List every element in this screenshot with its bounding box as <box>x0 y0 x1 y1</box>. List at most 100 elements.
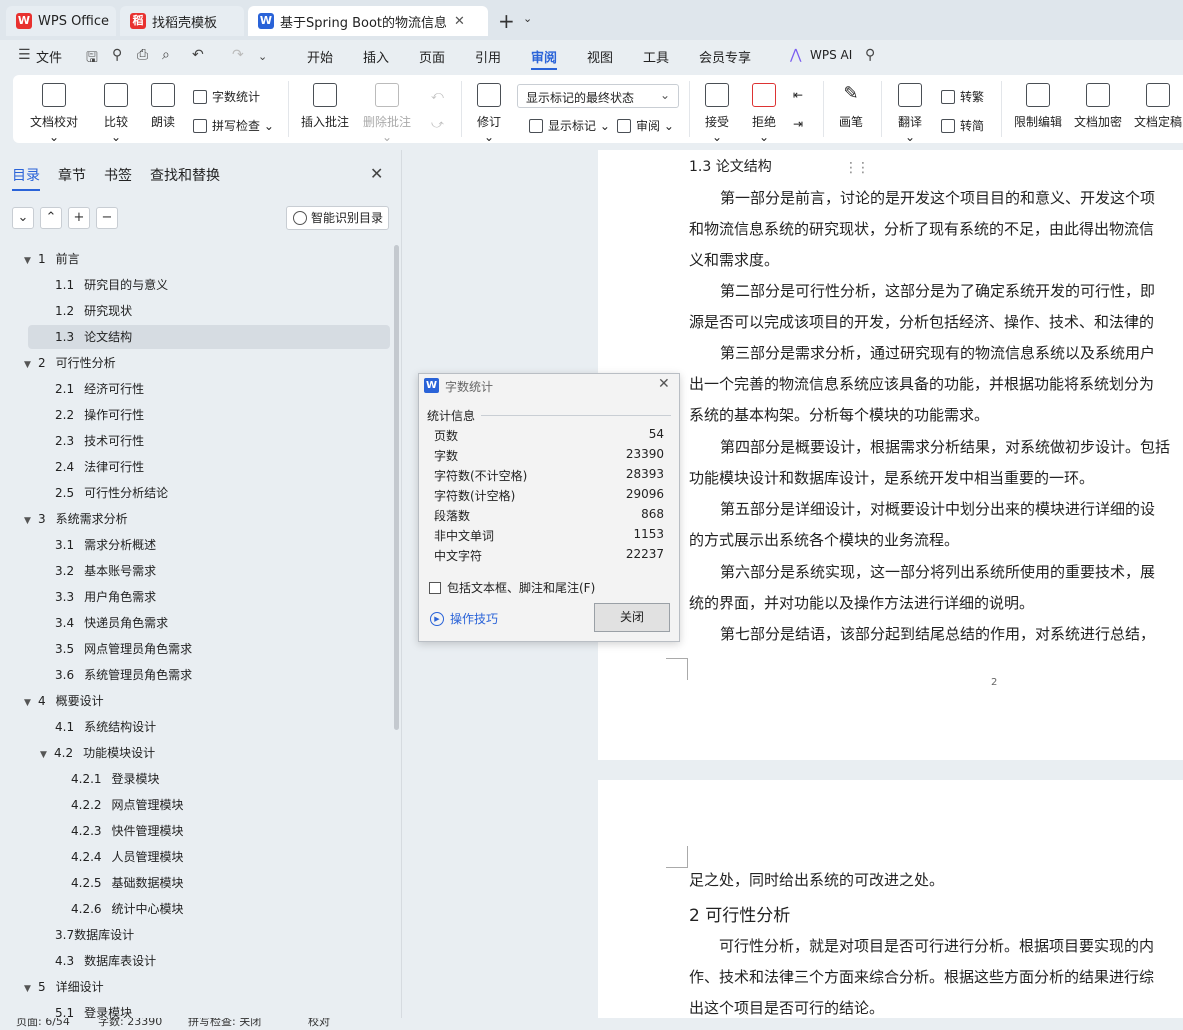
status-page[interactable]: 页面: 6/54 <box>16 1018 70 1030</box>
toc-item[interactable]: 4.2.6 统计中心模块 <box>71 897 184 921</box>
prev-change-icon[interactable]: ⇤ <box>793 88 803 102</box>
toc-item[interactable]: 4.2.4 人员管理模块 <box>71 845 184 869</box>
toc-item[interactable]: ▼ 2 可行性分析 <box>24 351 116 375</box>
new-tab-plus-icon[interactable]: + <box>498 9 515 33</box>
close-tab-icon[interactable]: ✕ <box>454 14 465 29</box>
dialog-close-icon[interactable]: ✕ <box>658 376 670 392</box>
accept-button[interactable]: 接受 ⌄ <box>699 83 735 144</box>
to-simplified-button[interactable]: 转简 <box>941 117 984 134</box>
toc-item[interactable]: ▼ 1 前言 <box>24 247 80 271</box>
tab-chapters[interactable]: 章节 <box>58 165 86 185</box>
review-pane-button[interactable]: 审阅 ⌄ <box>617 117 674 134</box>
finalize-button[interactable]: 文档定稿 <box>1133 83 1183 130</box>
toc-item[interactable]: 2.4 法律可行性 <box>55 455 144 479</box>
word-count-button[interactable]: 字数统计 <box>193 88 260 105</box>
include-textbox-checkbox[interactable]: 包括文本框、脚注和尾注(F) <box>429 579 595 596</box>
more-chevron-icon[interactable]: ⌄ <box>258 50 267 63</box>
expand-triangle-icon[interactable]: ▼ <box>40 743 54 767</box>
expand-up-button[interactable]: ⌃ <box>40 207 62 229</box>
status-words[interactable]: 字数: 23390 <box>98 1018 162 1030</box>
smart-toc-button[interactable]: 智能识别目录 <box>286 206 389 230</box>
menu-member[interactable]: 会员专享 <box>699 47 751 66</box>
close-pane-icon[interactable]: ✕ <box>370 164 383 183</box>
encrypt-button[interactable]: 文档加密 <box>1073 83 1123 130</box>
print-icon[interactable]: ⎙ <box>137 47 148 63</box>
remove-heading-button[interactable]: − <box>96 207 118 229</box>
status-spell[interactable]: 拼写检查: 关闭 <box>188 1018 261 1030</box>
toc-item[interactable]: 3.2 基本账号需求 <box>55 559 156 583</box>
toc-item[interactable]: ▼ 4 概要设计 <box>24 689 104 713</box>
menu-tools[interactable]: 工具 <box>643 47 669 66</box>
toc-item[interactable]: ▼ 4.2 功能模块设计 <box>40 741 155 765</box>
compare-button[interactable]: 比较 ⌄ <box>98 83 134 144</box>
toc-item[interactable]: 3.3 用户角色需求 <box>55 585 156 609</box>
toc-item[interactable]: 1.3 论文结构 <box>28 325 390 349</box>
next-comment-icon[interactable]: ⤻ <box>431 117 444 132</box>
tab-document[interactable]: W 基于Spring Boot的物流信息管 ✕ <box>248 6 488 36</box>
save-icon[interactable]: 🖫 <box>86 47 98 71</box>
dialog-title-bar[interactable]: W 字数统计 ✕ <box>419 374 679 398</box>
toc-item[interactable]: ▼ 3 系统需求分析 <box>24 507 128 531</box>
toc-item[interactable]: 2.2 操作可行性 <box>55 403 144 427</box>
toc-item[interactable]: 4.2.5 基础数据模块 <box>71 871 184 895</box>
menu-home[interactable]: 开始 <box>307 47 333 66</box>
collapse-all-button[interactable]: ⌄ <box>12 207 34 229</box>
doc-check-button[interactable]: 文档校对 ⌄ <box>28 83 80 144</box>
read-aloud-button[interactable]: 朗读 <box>150 83 176 130</box>
expand-triangle-icon[interactable]: ▼ <box>24 509 38 533</box>
toc-item[interactable]: 4.2.1 登录模块 <box>71 767 160 791</box>
redo-icon[interactable]: ↷ <box>232 47 244 63</box>
reject-button[interactable]: 拒绝 ⌄ <box>746 83 782 144</box>
close-button[interactable]: 关闭 <box>594 603 670 632</box>
menu-file[interactable]: 文件 <box>36 47 62 66</box>
expand-triangle-icon[interactable]: ▼ <box>24 691 38 715</box>
toc-item[interactable]: 4.2.2 网点管理模块 <box>71 793 184 817</box>
markup-state-select[interactable]: 显示标记的最终状态 ⌄ <box>517 84 679 108</box>
to-traditional-button[interactable]: 转繁 <box>941 88 984 105</box>
tab-wps-office[interactable]: W WPS Office <box>6 6 116 36</box>
status-proof[interactable]: 校对 <box>308 1018 330 1030</box>
next-change-icon[interactable]: ⇥ <box>793 117 803 131</box>
tab-find-replace[interactable]: 查找和替换 <box>150 165 220 185</box>
search-icon[interactable]: ⚲ <box>865 47 875 63</box>
toc-item[interactable]: 1.1 研究目的与意义 <box>55 273 168 297</box>
toc-item[interactable]: 2.3 技术可行性 <box>55 429 144 453</box>
spell-check-button[interactable]: 拼写检查 ⌄ <box>193 117 274 134</box>
checkbox-box[interactable] <box>429 581 441 594</box>
drag-handle-icon[interactable]: ⋮⋮ <box>844 160 870 176</box>
pen-button[interactable]: ✎ 画笔 <box>837 83 865 130</box>
menu-wps-ai[interactable]: WPS AI <box>810 48 852 62</box>
prev-comment-icon[interactable]: ⤺ <box>431 88 444 103</box>
tab-list-chevron-icon[interactable]: ⌄ <box>523 12 532 25</box>
translate-button[interactable]: 翻译 ⌄ <box>892 83 928 144</box>
toc-item[interactable]: 3.6 系统管理员角色需求 <box>55 663 192 687</box>
track-changes-button[interactable]: 修订 ⌄ <box>471 83 507 144</box>
toc-item[interactable]: 3.7数据库设计 <box>55 923 134 947</box>
toc-scrollbar[interactable] <box>394 245 399 730</box>
tab-toc[interactable]: 目录 <box>12 165 40 185</box>
toc-item[interactable]: 3.5 网点管理员角色需求 <box>55 637 192 661</box>
toc-item[interactable]: 2.5 可行性分析结论 <box>55 481 168 505</box>
menu-page[interactable]: 页面 <box>419 47 445 66</box>
toc-item[interactable]: 3.4 快递员角色需求 <box>55 611 168 635</box>
restrict-edit-button[interactable]: 限制编辑 <box>1013 83 1063 130</box>
undo-icon[interactable]: ↶ <box>192 47 204 63</box>
share-icon[interactable]: ⚲ <box>112 47 122 63</box>
add-heading-button[interactable]: + <box>68 207 90 229</box>
tips-link[interactable]: ▶ 操作技巧 <box>430 610 498 627</box>
toc-item[interactable]: 4.1 系统结构设计 <box>55 715 156 739</box>
expand-triangle-icon[interactable]: ▼ <box>24 249 38 273</box>
toc-item[interactable]: 1.2 研究现状 <box>55 299 132 323</box>
menu-review[interactable]: 审阅 <box>531 47 557 66</box>
delete-comment-button[interactable]: 删除批注 ⌄ <box>361 83 413 144</box>
menu-view[interactable]: 视图 <box>587 47 613 66</box>
tab-docer-templates[interactable]: 稻 找稻壳模板 <box>120 6 244 36</box>
menu-hamburger-icon[interactable]: ☰ <box>18 47 31 63</box>
toc-item[interactable]: 3.1 需求分析概述 <box>55 533 156 557</box>
print-preview-icon[interactable]: ⌕ <box>162 47 170 63</box>
toc-item[interactable]: 4.3 数据库表设计 <box>55 949 156 973</box>
show-markup-button[interactable]: 显示标记 ⌄ <box>529 117 610 134</box>
toc-item[interactable]: ▼ 5 详细设计 <box>24 975 104 999</box>
toc-item[interactable]: 4.2.3 快件管理模块 <box>71 819 184 843</box>
toc-item[interactable]: 2.1 经济可行性 <box>55 377 144 401</box>
